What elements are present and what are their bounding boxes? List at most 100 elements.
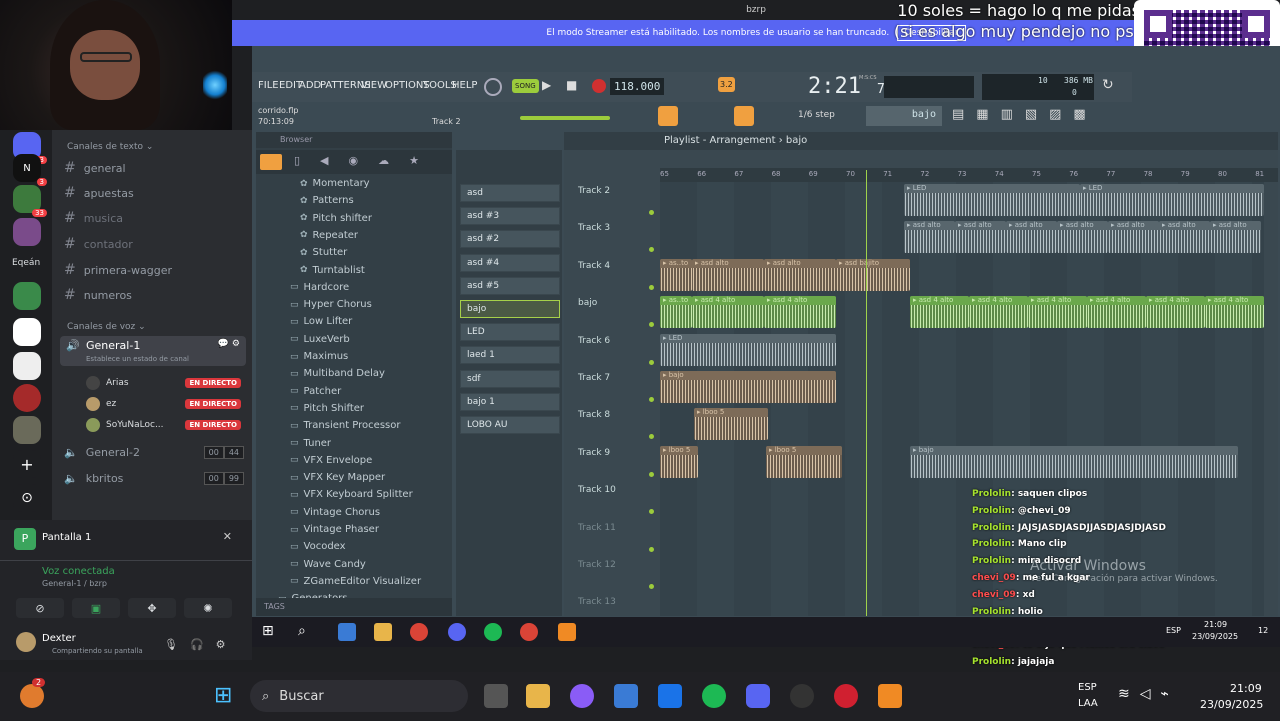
track-active-indicator[interactable] [649, 509, 654, 515]
playlist-clip[interactable]: ▸ bajo [910, 445, 1238, 478]
browser-item[interactable]: ▭ Hyper Chorus [290, 299, 372, 310]
browser-item[interactable]: ▭ Patcher [290, 386, 341, 397]
browser-item[interactable]: ▭ Vocodex [290, 541, 346, 552]
add-server-icon[interactable]: + [13, 450, 41, 478]
refresh-icon[interactable]: ↻ [1102, 77, 1114, 93]
track-header[interactable]: Track 10 [574, 481, 660, 518]
channel-numeros[interactable]: # numeros [64, 287, 132, 303]
windows-icon[interactable]: ⊞ [262, 623, 280, 641]
playlist-clip[interactable]: ▸ asd 4 alto [1205, 296, 1264, 329]
channel-button[interactable]: asd [460, 184, 560, 202]
browser-item[interactable]: ▭ Pitch Shifter [290, 403, 364, 414]
track-header[interactable]: Track 4 [574, 257, 660, 294]
channel-musica[interactable]: # musica [64, 210, 123, 226]
menu-file[interactable]: FILE [258, 80, 279, 91]
browser-item[interactable]: ▭ LuxeVerb [290, 334, 350, 345]
spotify-icon[interactable] [484, 623, 502, 641]
track-header[interactable]: Track 9 [574, 444, 660, 481]
track-active-indicator[interactable] [649, 584, 654, 589]
browser-item[interactable]: ✿ Patterns [300, 195, 354, 206]
browser-item[interactable]: ▭ Wave Candy [290, 559, 366, 570]
playlist-clip[interactable]: ▸ asd 4 alto [1028, 296, 1087, 329]
tray-icons[interactable]: ≋◁⌁ [1118, 686, 1179, 702]
channel-primera-wagger[interactable]: # primera-wagger [64, 262, 172, 278]
playlist-clip[interactable]: ▸ lboo 5 [766, 445, 842, 478]
playlist-clip[interactable]: ▸ asd 4 alto [1087, 296, 1146, 329]
browser-item[interactable]: ▭ Vintage Phaser [290, 524, 379, 535]
channel-general[interactable]: # general [64, 160, 126, 176]
playlist-clip[interactable]: ▸ LED [904, 184, 1080, 216]
track-active-indicator[interactable] [649, 284, 654, 290]
outlook-icon[interactable] [658, 684, 682, 708]
playlist-clip[interactable]: ▸ bajo [660, 371, 836, 403]
taskbar-time[interactable]: 21:09 [1230, 682, 1262, 695]
track-active-indicator[interactable] [649, 397, 654, 402]
playlist-clip[interactable]: ▸ asd alto [904, 221, 955, 254]
browser-item[interactable]: ▭ Tuner [290, 438, 331, 449]
stop-icon[interactable]: ■ [566, 78, 577, 92]
playlist-clip[interactable]: ▸ asd alto [1006, 221, 1057, 254]
track-active-indicator[interactable] [649, 322, 654, 328]
close-icon[interactable]: ✕ [223, 530, 232, 543]
camera-off-button[interactable]: ⊘ [16, 598, 64, 618]
song-mode-toggle[interactable]: SONG [512, 79, 539, 93]
activities-button[interactable]: ✥ [128, 598, 176, 618]
menu-add[interactable]: ADD [299, 80, 321, 91]
browser-item[interactable]: ▭ ZGameEditor Visualizer [290, 576, 421, 587]
server-icon[interactable] [13, 384, 41, 412]
explore-icon[interactable]: ⊙ [13, 484, 41, 512]
voice-location[interactable]: General-1 / bzrp [42, 579, 107, 588]
playlist-clip[interactable]: ▸ lboo 5 [660, 445, 698, 478]
server-icon[interactable]: 33 [13, 185, 47, 217]
taskbar-language[interactable]: ESP [1078, 682, 1097, 693]
copilot-icon[interactable] [570, 684, 594, 708]
track-header[interactable]: Track 11 [574, 519, 660, 556]
playlist-clip[interactable]: ▸ asd 4 alto [969, 296, 1028, 329]
taskbar-date[interactable]: 23/09/2025 [1200, 698, 1263, 711]
window-buttons-icons[interactable]: ▤▦▥▧▨▩ [952, 107, 1098, 122]
browser-all-tab-icon[interactable] [260, 154, 282, 170]
taskbar-keyboard[interactable]: LAA [1078, 698, 1098, 709]
track-header[interactable]: Track 3 [574, 219, 660, 256]
fl-studio-icon[interactable] [558, 623, 576, 641]
voice-channel[interactable]: 🔈 General-2 00 44 [64, 446, 244, 459]
menu-view[interactable]: VIEW [361, 80, 387, 91]
avatar[interactable] [16, 632, 36, 652]
weather-icon[interactable] [20, 684, 44, 708]
chrome-icon[interactable] [520, 623, 538, 641]
metronome-counter[interactable]: 3.2 [718, 77, 735, 92]
fl-studio-icon[interactable] [878, 684, 902, 708]
channel-button[interactable]: LED [460, 323, 560, 342]
stream-button[interactable]: ▣ [72, 598, 120, 618]
channel-button[interactable]: bajo 1 [460, 392, 560, 411]
discord-icon[interactable] [746, 684, 770, 708]
file-explorer-icon[interactable] [526, 684, 550, 708]
channel-button[interactable]: LOBO AU [460, 416, 560, 434]
time-display[interactable]: 2:21 [808, 74, 861, 99]
playlist-clip[interactable]: ▸ asd alto [692, 258, 764, 291]
discord-icon[interactable] [448, 623, 466, 641]
playlist-clip[interactable]: ▸ asd bajito [836, 258, 910, 291]
tray-time[interactable]: 21:09 [1204, 620, 1227, 629]
browser-item[interactable]: ▭ Low Lifter [290, 316, 352, 327]
playlist-clip[interactable]: ▸ as..to [660, 258, 692, 291]
timeline-ruler[interactable]: 65 66 67 68 69 70 71 72 73 74 75 76 77 78 79 80 81 [660, 168, 1278, 182]
browser-item[interactable]: ▭ Hardcore [290, 282, 349, 293]
server-icon[interactable] [13, 218, 41, 246]
voice-channel-active[interactable]: 🔊 General-1 Establece un estado de canal… [60, 336, 246, 366]
playlist-clip[interactable]: ▸ as..to [660, 296, 692, 329]
text-channels-header[interactable]: Canales de texto ⌄ [67, 142, 153, 152]
playlist-clip[interactable]: ▸ asd 4 alto [910, 296, 969, 329]
server-icon[interactable] [13, 318, 41, 346]
track-active-indicator[interactable] [649, 359, 654, 365]
browser-item[interactable]: ✿ Repeater [300, 230, 358, 241]
voice-user[interactable]: SoYuNaLoc... EN DIRECTO [86, 418, 241, 432]
playlist-clip[interactable]: ▸ asd 4 alto [1146, 296, 1205, 329]
playlist-clip[interactable]: ▸ asd alto [1057, 221, 1108, 254]
channel-button[interactable]: sdf [460, 369, 560, 388]
chrome-icon[interactable] [410, 623, 428, 641]
server-icon[interactable] [13, 282, 41, 310]
menu-help[interactable]: HELP [452, 80, 477, 91]
channel-button[interactable]: asd #5 [460, 276, 560, 295]
notification-count[interactable]: 12 [1258, 626, 1268, 635]
